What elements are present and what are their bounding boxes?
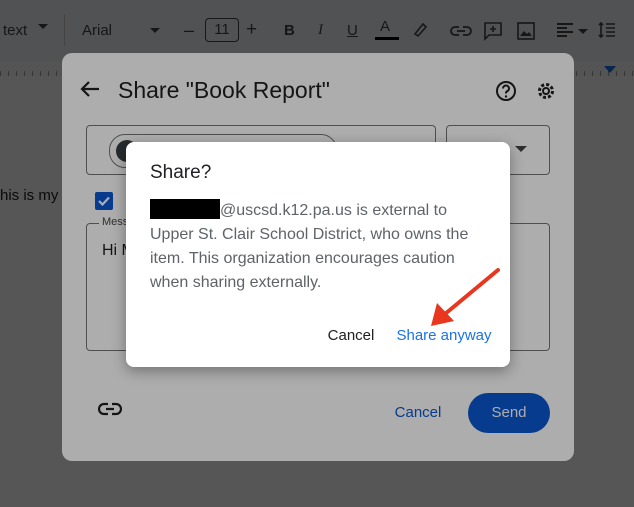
- share-anyway-button[interactable]: Share anyway: [394, 318, 494, 354]
- redacted-email: [150, 199, 220, 219]
- share-confirm-dialog: Share? @uscsd.k12.pa.us is external to U…: [126, 142, 510, 367]
- confirm-dialog-message: @uscsd.k12.pa.us is external to Upper St…: [150, 199, 490, 295]
- confirm-dialog-title: Share?: [150, 162, 212, 183]
- confirm-cancel-button[interactable]: Cancel: [316, 318, 386, 354]
